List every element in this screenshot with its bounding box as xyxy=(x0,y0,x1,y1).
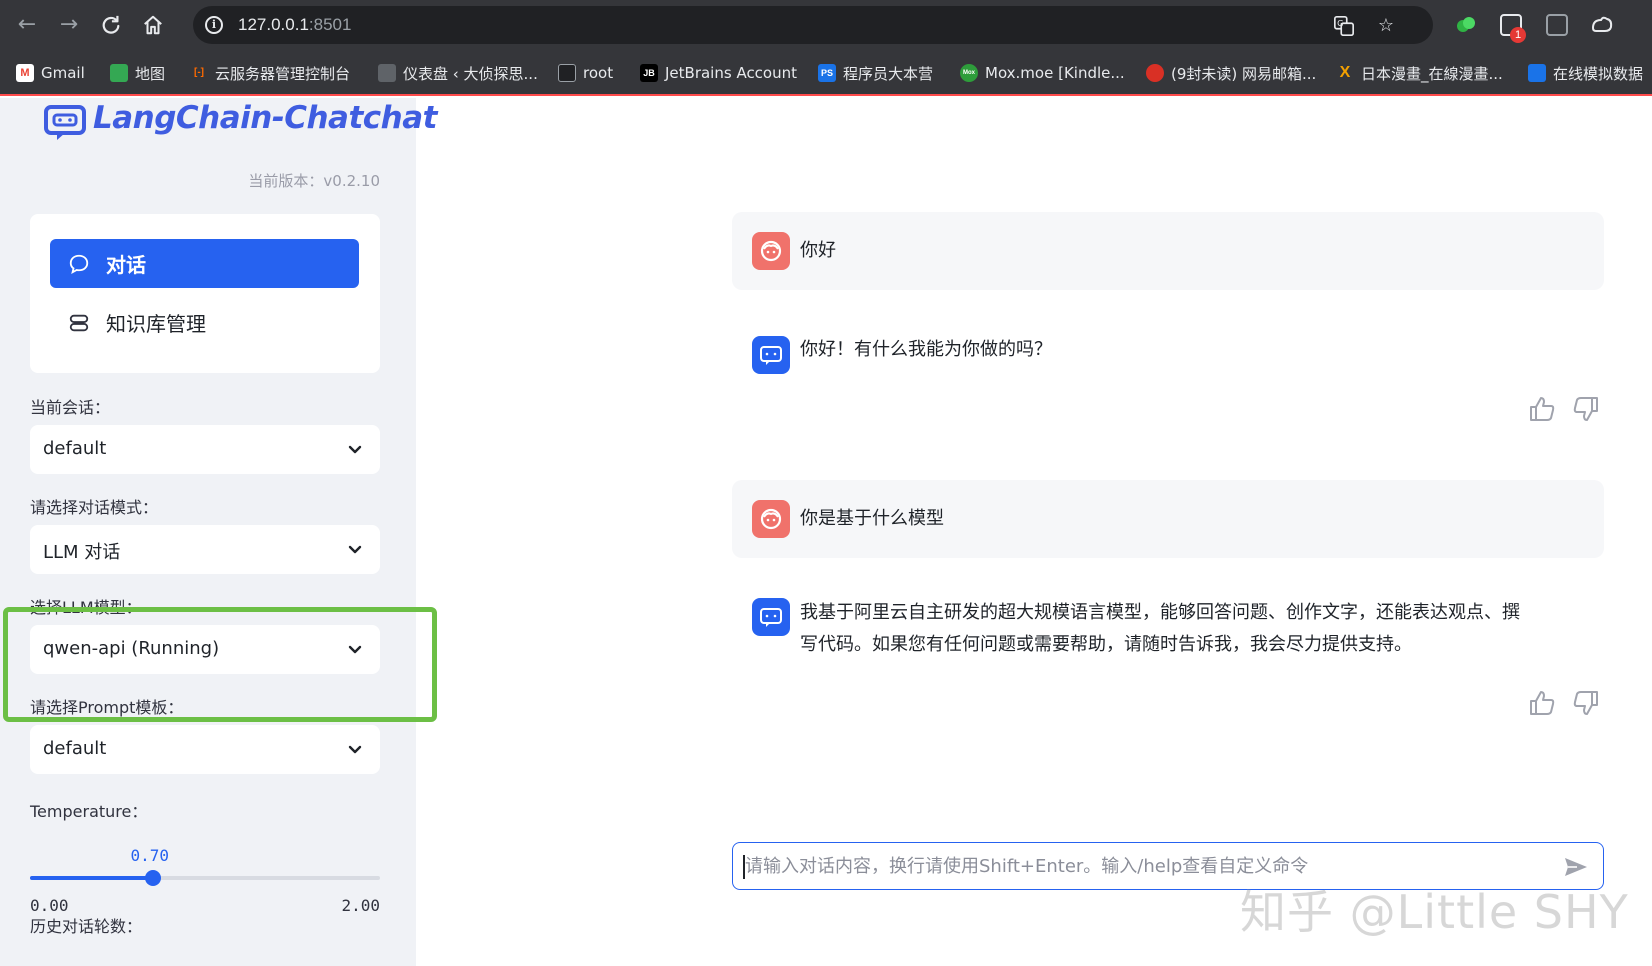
select-value: default xyxy=(43,438,107,459)
jetbrains-icon: JB xyxy=(640,64,658,82)
bookmarks-bar: M Gmail 地图 [-] 云服务器管理控制台 仪表盘 ‹ 大侦探思... roo… xyxy=(0,50,1652,96)
bookmark-mox[interactable]: Mox Mox.moe [Kindle... xyxy=(960,61,1125,85)
bookmark-mock-data[interactable]: 在线模拟数据 xyxy=(1528,61,1643,85)
thumbs-up-icon[interactable] xyxy=(1527,394,1557,424)
user-avatar-icon xyxy=(752,232,790,270)
chevron-down-icon xyxy=(348,745,362,754)
temperature-max: 2.00 xyxy=(341,896,380,915)
github-icon xyxy=(558,64,576,82)
bookmark-label: 日本漫畫_在線漫畫... xyxy=(1361,64,1503,83)
assistant-message-text: 我基于阿里云自主研发的超大规模语言模型，能够回答问题、创作文字，还能表达观点、撰… xyxy=(800,597,1520,661)
extension-count-badge: 1 xyxy=(1510,27,1526,43)
version-label: 当前版本：v0.2.10 xyxy=(248,172,380,190)
back-icon[interactable]: ← xyxy=(12,10,42,40)
maps-icon xyxy=(110,64,128,82)
slider-thumb[interactable] xyxy=(144,870,161,886)
user-avatar-icon xyxy=(752,500,790,538)
address-bar[interactable]: i 127.0.0.1:8501 G ☆ xyxy=(193,6,1433,44)
temperature-label: Temperature： xyxy=(30,802,148,821)
message-line: 我基于阿里云自主研发的超大规模语言模型，能够回答问题、创作文字，还能表达观点、撰 xyxy=(800,602,1520,623)
thumbs-down-icon[interactable] xyxy=(1571,394,1601,424)
bookmark-label: JetBrains Account xyxy=(665,64,798,82)
bookmark-netease-mail[interactable]: (9封未读) 网易邮箱... xyxy=(1146,61,1316,85)
history-rounds-label: 历史对话轮数： xyxy=(30,917,143,936)
manga-icon: X xyxy=(1339,64,1351,81)
mock-data-icon xyxy=(1528,64,1546,82)
bookmark-maps[interactable]: 地图 xyxy=(110,61,165,85)
bookmark-label: 仪表盘 ‹ 大侦探思... xyxy=(403,64,538,83)
temperature-slider[interactable] xyxy=(30,870,380,886)
svg-text:G: G xyxy=(1337,18,1343,28)
home-icon[interactable] xyxy=(138,10,168,40)
chat-mode-select[interactable]: LLM 对话 xyxy=(30,525,380,574)
bookmark-label: Gmail xyxy=(41,64,85,82)
programmer-icon: PS xyxy=(818,64,836,82)
url-text: 127.0.0.1:8501 xyxy=(238,15,352,34)
chevron-down-icon xyxy=(348,445,362,454)
bookmark-label: 地图 xyxy=(135,64,166,83)
user-message: 你是基于什么模型 xyxy=(732,480,1604,558)
session-label: 当前会话： xyxy=(30,398,111,417)
browser-toolbar: ← → i 127.0.0.1:8501 G ☆ 1 xyxy=(0,0,1652,50)
message-line: 写代码。如果您有任何问题或需要帮助，请随时告诉我，我会尽力提供支持。 xyxy=(800,634,1412,655)
bookmark-label: (9封未读) 网易邮箱... xyxy=(1171,64,1317,83)
chat-mode-label: 请选择对话模式： xyxy=(30,498,159,517)
bookmark-label: Mox.moe [Kindle... xyxy=(985,64,1125,82)
nav-item-chat[interactable]: 对话 xyxy=(50,239,359,288)
site-info-icon[interactable]: i xyxy=(205,16,223,34)
thumbs-down-icon[interactable] xyxy=(1571,688,1601,718)
aliyun-icon: [-] xyxy=(194,67,204,78)
nav-item-label: 对话 xyxy=(106,253,146,277)
prompt-template-select[interactable]: default xyxy=(30,725,380,774)
temperature-value: 0.70 xyxy=(130,846,170,865)
nav-item-label: 知识库管理 xyxy=(106,312,206,336)
bookmark-root[interactable]: root xyxy=(558,61,613,85)
bookmark-dashboard[interactable]: 仪表盘 ‹ 大侦探思... xyxy=(378,61,538,85)
message-text: 你是基于什么模型 xyxy=(800,508,944,529)
extensions-puzzle-icon[interactable] xyxy=(1590,14,1613,36)
session-select[interactable]: default xyxy=(30,425,380,474)
assistant-avatar-icon xyxy=(752,336,790,374)
forward-icon[interactable]: → xyxy=(54,10,84,40)
bookmark-programmer[interactable]: PS 程序员大本营 xyxy=(818,61,933,85)
bookmark-label: 云服务器管理控制台 xyxy=(215,64,351,83)
langchain-logo-icon xyxy=(44,105,86,140)
message-text: 你好 xyxy=(800,240,836,261)
reload-icon[interactable] xyxy=(96,10,126,40)
bookmark-label: 在线模拟数据 xyxy=(1553,64,1644,83)
prompt-template-label: 请选择Prompt模板： xyxy=(30,698,184,717)
bookmark-aliyun[interactable]: [-] 云服务器管理控制台 xyxy=(190,61,350,85)
extension-green-icon[interactable] xyxy=(1455,14,1477,36)
chat-bubble-icon xyxy=(69,254,89,274)
user-message: 你好 xyxy=(732,212,1604,290)
select-value: default xyxy=(43,738,107,759)
nav-menu xyxy=(30,214,380,373)
app-logo-text: LangChain-Chatchat xyxy=(93,100,437,136)
slider-fill xyxy=(30,876,153,880)
chevron-down-icon xyxy=(348,545,362,554)
bookmark-label: root xyxy=(583,64,614,82)
database-icon xyxy=(69,314,89,331)
assistant-message-text: 你好！有什么我能为你做的吗？ xyxy=(800,339,1052,360)
select-value: LLM 对话 xyxy=(43,542,121,563)
translate-icon[interactable]: G xyxy=(1333,15,1355,37)
bookmark-jetbrains[interactable]: JB JetBrains Account xyxy=(640,61,797,85)
nav-item-knowledge-base[interactable]: 知识库管理 xyxy=(50,298,359,347)
bookmark-manga[interactable]: X 日本漫畫_在線漫畫... xyxy=(1336,61,1503,85)
gmail-icon: M xyxy=(16,64,34,82)
bookmark-label: 程序员大本营 xyxy=(843,64,934,83)
tab-manager-icon[interactable] xyxy=(1546,14,1568,36)
bookmark-gmail[interactable]: M Gmail xyxy=(16,61,85,85)
thumbs-up-icon[interactable] xyxy=(1527,688,1557,718)
assistant-avatar-icon xyxy=(752,598,790,636)
watermark-text: 知乎 @Little SHY xyxy=(1240,885,1629,939)
bookmark-star-icon[interactable]: ☆ xyxy=(1375,15,1397,37)
dashboard-icon xyxy=(378,64,396,82)
mox-icon: Mox xyxy=(960,64,978,82)
netease-mail-icon xyxy=(1146,64,1164,82)
